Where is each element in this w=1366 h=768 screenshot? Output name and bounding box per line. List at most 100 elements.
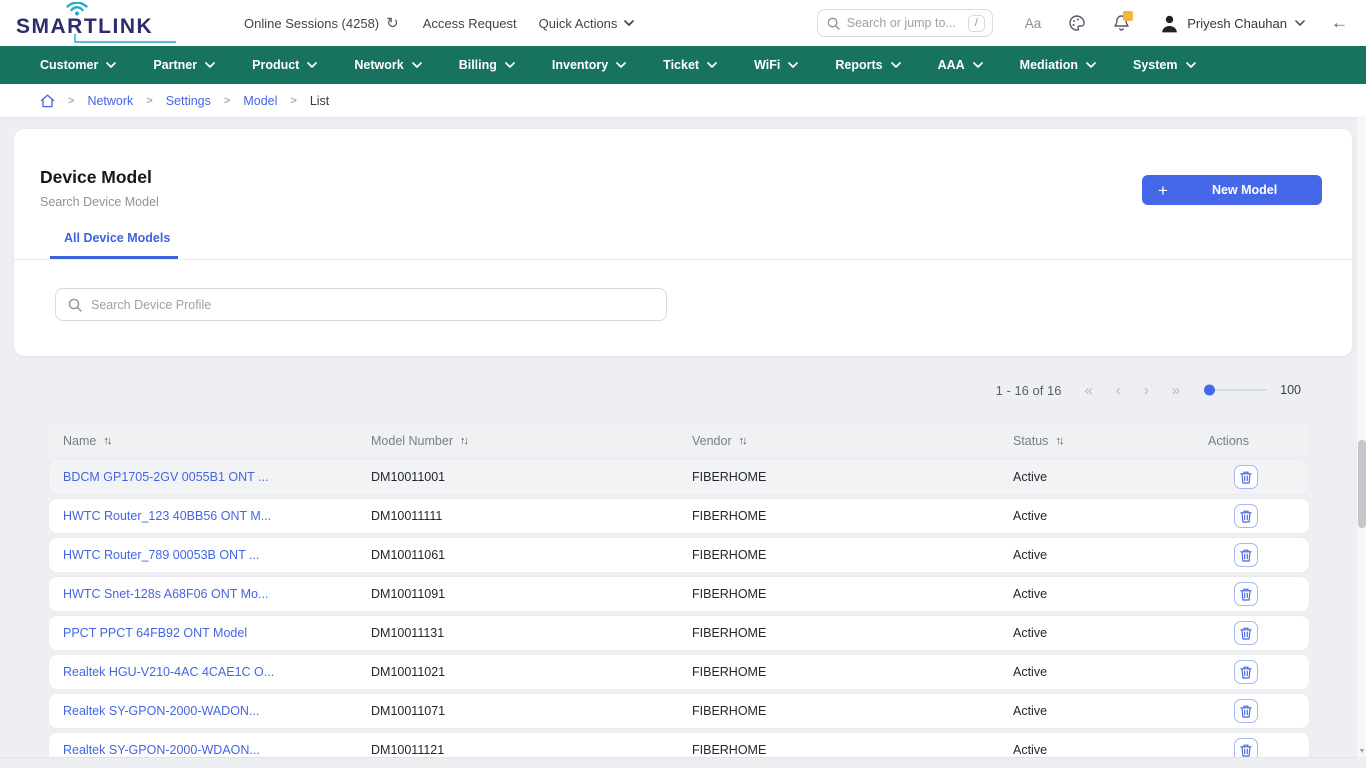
refresh-icon[interactable]: ↻ — [386, 16, 399, 31]
chevron-down-icon — [616, 62, 626, 68]
delete-button[interactable] — [1234, 543, 1258, 567]
model-name-link[interactable]: PPCT PPCT 64FB92 ONT Model — [63, 626, 247, 640]
quick-actions-menu[interactable]: Quick Actions — [539, 16, 635, 31]
model-name-link[interactable]: Realtek HGU-V210-4AC 4CAE1C O... — [63, 665, 274, 679]
search-icon — [68, 298, 82, 312]
breadcrumb-link-model[interactable]: Model — [243, 94, 277, 108]
scroll-down-arrow[interactable]: ▼ — [1357, 748, 1366, 755]
nav-item-customer[interactable]: Customer — [40, 58, 116, 72]
model-number-cell: DM10011091 — [371, 587, 692, 601]
model-name-link[interactable]: Realtek SY-GPON-2000-WDAON... — [63, 743, 260, 757]
table-row[interactable]: BDCM GP1705-2GV 0055B1 ONT ... DM1001100… — [49, 460, 1309, 494]
search-placeholder: Search Device Profile — [91, 298, 211, 312]
delete-button[interactable] — [1234, 660, 1258, 684]
nav-item-label: Mediation — [1020, 58, 1078, 72]
page-subtitle: Search Device Model — [40, 195, 159, 209]
global-search-input[interactable]: Search or jump to... / — [817, 9, 993, 37]
model-name-link[interactable]: HWTC Router_123 40BB56 ONT M... — [63, 509, 271, 523]
user-menu[interactable]: Priyesh Chauhan — [1160, 14, 1305, 33]
nav-item-system[interactable]: System — [1133, 58, 1195, 72]
model-number-cell: DM10011001 — [371, 470, 692, 484]
nav-item-mediation[interactable]: Mediation — [1020, 58, 1096, 72]
table-row[interactable]: HWTC Router_789 00053B ONT ... DM1001106… — [49, 538, 1309, 572]
chevron-down-icon — [106, 62, 116, 68]
delete-button[interactable] — [1234, 582, 1258, 606]
logo-text: SMARTLINK — [16, 15, 153, 39]
table-row[interactable]: HWTC Snet-128s A68F06 ONT Mo... DM100110… — [49, 577, 1309, 611]
tabs: All Device Models — [14, 231, 1352, 260]
trash-icon — [1240, 744, 1252, 757]
nav-item-product[interactable]: Product — [252, 58, 317, 72]
search-icon — [827, 17, 840, 30]
nav-item-inventory[interactable]: Inventory — [552, 58, 626, 72]
nav-item-reports[interactable]: Reports — [835, 58, 900, 72]
vertical-scrollbar[interactable]: ▼ — [1356, 116, 1366, 757]
delete-button[interactable] — [1234, 699, 1258, 723]
online-sessions[interactable]: Online Sessions (4258) ↻ — [244, 16, 399, 31]
nav-item-partner[interactable]: Partner — [153, 58, 215, 72]
slider-track[interactable] — [1205, 389, 1267, 391]
top-header: SMARTLINK Online Sessions (4258) ↻ Acces… — [0, 0, 1366, 46]
home-icon[interactable] — [40, 94, 55, 108]
access-request-link[interactable]: Access Request — [423, 16, 517, 31]
nav-item-network[interactable]: Network — [354, 58, 421, 72]
model-number-cell: DM10011131 — [371, 626, 692, 640]
nav-item-label: AAA — [938, 58, 965, 72]
nav-item-aaa[interactable]: AAA — [938, 58, 983, 72]
breadcrumb-link-network[interactable]: Network — [87, 94, 133, 108]
sort-icon[interactable]: ↑↓ — [460, 435, 467, 447]
tab-all-device-models[interactable]: All Device Models — [50, 231, 178, 259]
sort-icon[interactable]: ↑↓ — [1055, 435, 1062, 447]
nav-item-label: Ticket — [663, 58, 699, 72]
vendor-cell: FIBERHOME — [692, 743, 1013, 757]
model-name-link[interactable]: Realtek SY-GPON-2000-WADON... — [63, 704, 259, 718]
sort-icon[interactable]: ↑↓ — [103, 435, 110, 447]
table-row[interactable]: Realtek SY-GPON-2000-WADON... DM10011071… — [49, 694, 1309, 728]
sort-icon[interactable]: ↑↓ — [739, 435, 746, 447]
trash-icon — [1240, 549, 1252, 562]
status-cell: Active — [1013, 626, 1208, 640]
theme-palette-button[interactable] — [1068, 14, 1086, 32]
model-number-cell: DM10011111 — [371, 509, 692, 523]
scrollbar-thumb[interactable] — [1358, 440, 1366, 528]
notifications-button[interactable] — [1113, 14, 1130, 32]
breadcrumb-current: List — [310, 94, 329, 108]
nav-item-ticket[interactable]: Ticket — [663, 58, 717, 72]
page-size-slider[interactable]: 100 — [1205, 383, 1301, 397]
slider-knob[interactable] — [1204, 385, 1215, 396]
model-name-link[interactable]: HWTC Snet-128s A68F06 ONT Mo... — [63, 587, 268, 601]
nav-item-wifi[interactable]: WiFi — [754, 58, 798, 72]
horizontal-scrollbar[interactable] — [0, 757, 1356, 768]
status-cell: Active — [1013, 704, 1208, 718]
back-arrow-button[interactable]: ← — [1331, 13, 1348, 33]
vendor-cell: FIBERHOME — [692, 548, 1013, 562]
delete-button[interactable] — [1234, 465, 1258, 489]
trash-icon — [1240, 510, 1252, 523]
last-page-button[interactable]: » — [1172, 383, 1180, 398]
new-model-button[interactable]: + New Model — [1142, 175, 1322, 205]
delete-button[interactable] — [1234, 621, 1258, 645]
vendor-cell: FIBERHOME — [692, 704, 1013, 718]
model-name-link[interactable]: HWTC Router_789 00053B ONT ... — [63, 548, 259, 562]
chevron-down-icon — [205, 62, 215, 68]
device-profile-search-input[interactable]: Search Device Profile — [55, 288, 667, 321]
breadcrumb-link-settings[interactable]: Settings — [166, 94, 211, 108]
table-row[interactable]: PPCT PPCT 64FB92 ONT Model DM10011131 FI… — [49, 616, 1309, 650]
model-number-cell: DM10011121 — [371, 743, 692, 757]
breadcrumb: >Network>Settings>Model>List — [0, 84, 1366, 117]
chevron-down-icon — [891, 62, 901, 68]
table-row[interactable]: Realtek HGU-V210-4AC 4CAE1C O... DM10011… — [49, 655, 1309, 689]
text-size-toggle[interactable]: Aa — [1025, 16, 1042, 31]
breadcrumb-separator: > — [224, 95, 230, 107]
first-page-button[interactable]: « — [1084, 383, 1092, 398]
model-name-link[interactable]: BDCM GP1705-2GV 0055B1 ONT ... — [63, 470, 268, 484]
next-page-button[interactable]: › — [1144, 383, 1149, 398]
prev-page-button[interactable]: ‹ — [1116, 383, 1121, 398]
slash-shortcut-badge: / — [968, 15, 985, 32]
smartlink-logo[interactable]: SMARTLINK — [14, 2, 182, 44]
table-row[interactable]: HWTC Router_123 40BB56 ONT M... DM100111… — [49, 499, 1309, 533]
model-number-cell: DM10011071 — [371, 704, 692, 718]
nav-item-billing[interactable]: Billing — [459, 58, 515, 72]
delete-button[interactable] — [1234, 504, 1258, 528]
column-header-model-number: Model Number ↑↓ — [371, 434, 692, 448]
